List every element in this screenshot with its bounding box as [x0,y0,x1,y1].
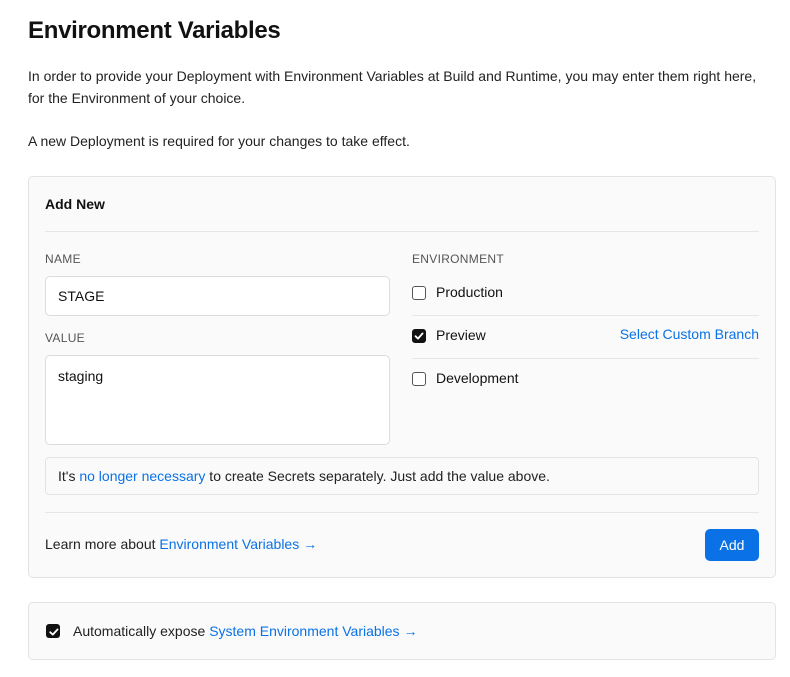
intro-text: In order to provide your Deployment with… [28,68,757,106]
add-new-card: Add New NAME VALUE staging ENVIRONMENT P… [28,176,776,578]
card-divider-bottom [45,512,759,513]
production-checkbox[interactable] [412,286,426,300]
value-label: VALUE [45,331,85,345]
preview-checkbox[interactable] [412,329,426,343]
expose-system-vars-checkbox[interactable] [46,624,60,638]
env-option-development[interactable]: Development [412,361,759,403]
name-label: NAME [45,252,81,266]
info-prefix: It's [58,468,80,484]
preview-label: Preview [436,327,486,343]
deployment-note: A new Deployment is required for your ch… [28,133,410,149]
production-label: Production [436,284,503,300]
no-longer-necessary-link[interactable]: no longer necessary [79,468,205,484]
name-input[interactable] [45,276,390,316]
env-option-preview[interactable]: Preview Select Custom Branch [412,318,759,360]
system-env-card: Automatically expose System Environment … [28,602,776,660]
card-divider-top [45,231,759,232]
system-environment-variables-link[interactable]: System Environment Variables → [209,623,417,639]
learn-more-text: Learn more about Environment Variables → [45,536,317,552]
page-title: Environment Variables [28,17,281,44]
development-checkbox[interactable] [412,372,426,386]
env-divider [412,358,759,359]
learn-prefix: Learn more about [45,536,160,552]
checkmark-icon [49,628,59,636]
env-divider [412,315,759,316]
select-custom-branch-link[interactable]: Select Custom Branch [620,326,759,342]
environment-label: ENVIRONMENT [412,252,504,266]
checkmark-icon [414,332,424,340]
development-label: Development [436,370,519,386]
expose-system-vars-text: Automatically expose System Environment … [73,623,417,639]
env-option-production[interactable]: Production [412,275,759,317]
info-suffix: to create Secrets separately. Just add t… [205,468,550,484]
expose-prefix: Automatically expose [73,623,210,639]
value-textarea[interactable]: staging [45,355,390,445]
secrets-info-banner: It's no longer necessary to create Secre… [45,457,759,495]
add-new-title: Add New [45,196,105,212]
environment-variables-docs-link[interactable]: Environment Variables → [159,536,317,552]
add-button[interactable]: Add [705,529,759,561]
